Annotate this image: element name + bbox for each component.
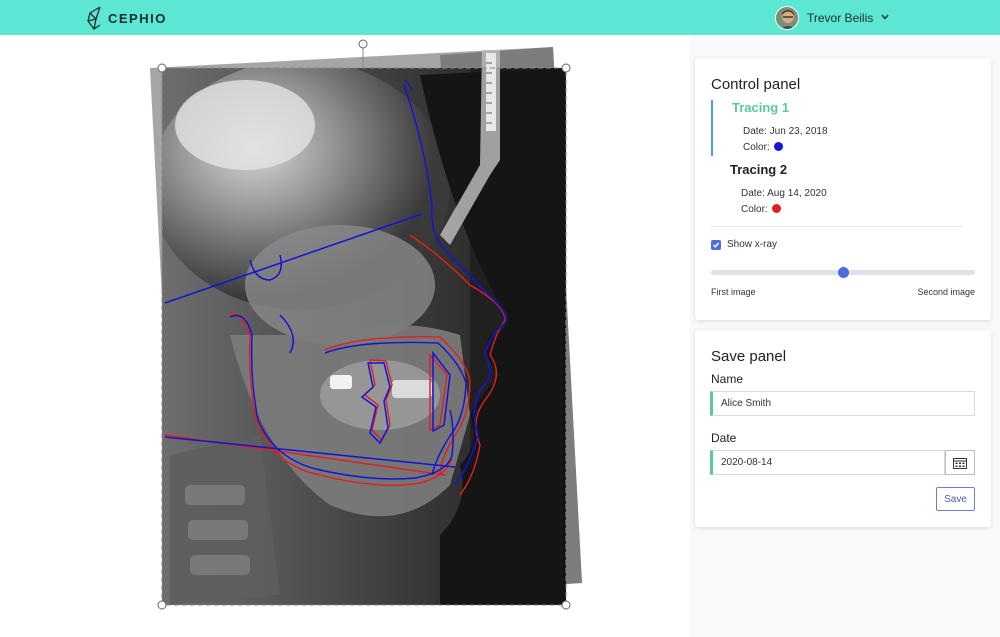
tracing-2-name: Tracing 2 [730, 162, 788, 177]
calendar-icon [953, 457, 967, 469]
tracing-1-color-label: Color: [743, 142, 770, 153]
calendar-button[interactable] [945, 450, 975, 475]
tracing-2-meta: Date: Aug 14, 2020 Color: [741, 186, 966, 218]
user-menu[interactable]: Trevor Beilis [775, 5, 889, 30]
show-xray-toggle[interactable]: Show x-ray [711, 239, 777, 250]
resize-handle-bottom-left[interactable] [157, 600, 167, 610]
resize-handle-top-right[interactable] [561, 63, 571, 73]
tracing-2-date: Date: Aug 14, 2020 [741, 188, 827, 199]
resize-handle-bottom-right[interactable] [561, 600, 571, 610]
tracing-list: Tracing 1 Date: Jun 23, 2018 Color: Trac… [711, 100, 966, 218]
tracing-2-color-dot [771, 204, 781, 213]
tracing-1-date: Date: Jun 23, 2018 [743, 126, 828, 137]
top-bar: CEPHIO Trevor Beilis [0, 0, 1000, 35]
slider-right-label: Second image [917, 287, 975, 297]
rotate-handle[interactable] [358, 39, 368, 49]
tracing-2-color-label: Color: [741, 204, 768, 215]
date-input[interactable] [710, 450, 945, 475]
tracing-1-color-dot [773, 142, 783, 151]
xray-viewer[interactable] [0, 35, 690, 637]
slider-thumb[interactable] [838, 267, 849, 278]
cephio-logo-icon [87, 6, 101, 30]
first-xray-image [162, 68, 566, 605]
user-name: Trevor Beilis [807, 10, 874, 25]
avatar-icon [776, 6, 798, 29]
image-blend-slider[interactable] [711, 267, 975, 278]
tracing-item-1[interactable]: Tracing 1 Date: Jun 23, 2018 Color: [711, 100, 966, 156]
date-label: Date [711, 431, 737, 445]
chevron-down-icon [881, 12, 889, 23]
control-panel: Control panel Tracing 1 Date: Jun 23, 20… [695, 58, 991, 320]
name-label: Name [711, 372, 744, 386]
tracing-1-name: Tracing 1 [732, 100, 790, 115]
panel-divider [711, 226, 963, 227]
slider-left-label: First image [711, 287, 756, 297]
control-panel-title: Control panel [711, 76, 801, 93]
tracing-item-2[interactable]: Tracing 2 Date: Aug 14, 2020 Color: [711, 162, 966, 218]
save-button[interactable]: Save [936, 487, 975, 511]
logo-text: CEPHIO [108, 10, 167, 26]
show-xray-label: Show x-ray [727, 239, 778, 250]
xray-canvas[interactable] [0, 35, 690, 637]
tracing-2-color-row: Color: [741, 202, 966, 218]
cephio-logo[interactable]: CEPHIO [86, 4, 167, 32]
tracing-1-meta: Date: Jun 23, 2018 Color: [743, 124, 966, 156]
user-avatar [775, 5, 799, 30]
show-xray-checkbox[interactable] [711, 239, 721, 250]
checkmark-icon [713, 242, 720, 248]
tracing-1-color-row: Color: [743, 140, 966, 156]
resize-handle-top-left[interactable] [157, 63, 167, 73]
save-panel: Save panel Name Date Save [695, 330, 991, 527]
name-input[interactable] [710, 391, 975, 416]
save-panel-title: Save panel [711, 348, 787, 365]
